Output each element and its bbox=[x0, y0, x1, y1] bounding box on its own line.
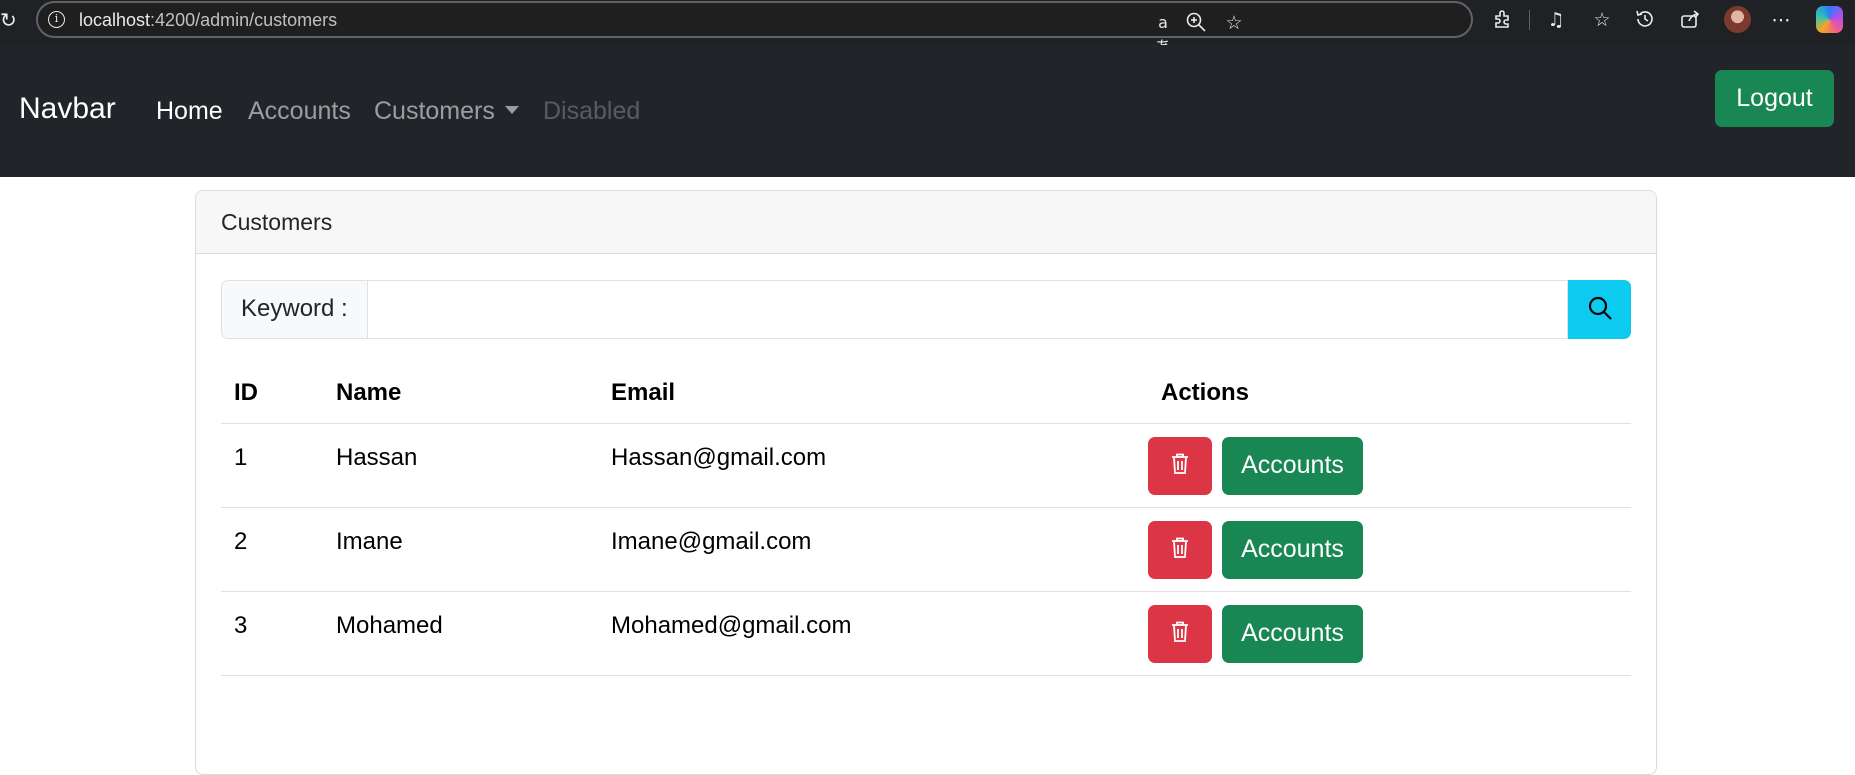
cell-email: Hassan@gmail.com bbox=[598, 423, 1148, 508]
toolbar-divider bbox=[1529, 10, 1530, 30]
delete-button[interactable] bbox=[1148, 436, 1212, 495]
caret-down-icon bbox=[504, 106, 519, 114]
top-navbar: Navbar Home Accounts Customers Disabled … bbox=[0, 45, 1855, 177]
accounts-button[interactable]: Accounts bbox=[1222, 520, 1363, 579]
card-header: Customers bbox=[196, 191, 1656, 254]
customers-card: Customers Keyword : ID Name Email Action… bbox=[195, 190, 1657, 775]
browser-toolbar: ↻ i localhost:4200/admin/customers aあ ☆ … bbox=[0, 0, 1855, 56]
cell-email: Imane@gmail.com bbox=[598, 507, 1148, 592]
trash-icon bbox=[1172, 453, 1188, 474]
header-actions: Actions bbox=[1148, 364, 1631, 424]
customers-table: ID Name Email Actions 1 Hassan Hassan@gm… bbox=[221, 364, 1631, 676]
card-title: Customers bbox=[221, 209, 333, 235]
history-icon[interactable] bbox=[1633, 8, 1657, 32]
reload-icon[interactable]: ↻ bbox=[0, 8, 18, 32]
address-url[interactable]: localhost:4200/admin/customers bbox=[79, 10, 337, 31]
trash-icon bbox=[1172, 621, 1188, 642]
url-path: :4200/admin/customers bbox=[150, 10, 338, 30]
cell-actions: Accounts bbox=[1148, 423, 1631, 508]
url-host: localhost bbox=[79, 10, 151, 30]
nav-dropdown-customers-label: Customers bbox=[374, 97, 495, 125]
keyword-label: Keyword : bbox=[221, 280, 367, 339]
cell-name: Imane bbox=[323, 507, 598, 592]
favorites-icon[interactable]: ☆ bbox=[1590, 8, 1614, 32]
nav-link-accounts[interactable]: Accounts bbox=[248, 97, 351, 126]
search-form: Keyword : bbox=[221, 280, 1631, 339]
trash-icon bbox=[1172, 537, 1188, 558]
address-bar[interactable]: i localhost:4200/admin/customers aあ ☆ bbox=[36, 1, 1473, 56]
nav-link-disabled: Disabled bbox=[543, 97, 641, 125]
accounts-button[interactable]: Accounts bbox=[1222, 436, 1363, 495]
media-icon[interactable]: ♫ bbox=[1544, 8, 1568, 32]
search-icon bbox=[1588, 296, 1612, 320]
cell-id: 1 bbox=[221, 423, 323, 508]
table-header-row: ID Name Email Actions bbox=[221, 364, 1631, 424]
header-email: Email bbox=[598, 364, 1148, 424]
cell-actions: Accounts bbox=[1148, 507, 1631, 592]
search-button[interactable] bbox=[1568, 280, 1631, 339]
keyword-input[interactable] bbox=[367, 280, 1568, 339]
logout-button[interactable]: Logout bbox=[1715, 70, 1834, 127]
delete-button[interactable] bbox=[1148, 520, 1212, 579]
cell-id: 2 bbox=[221, 507, 323, 592]
app-viewport: Navbar Home Accounts Customers Disabled … bbox=[0, 45, 1855, 775]
table-row: 1 Hassan Hassan@gmail.com Accounts bbox=[221, 423, 1631, 508]
table-row: 3 Mohamed Mohamed@gmail.com Accounts bbox=[221, 591, 1631, 676]
zoom-icon[interactable] bbox=[1184, 11, 1208, 35]
more-icon[interactable]: ⋯ bbox=[1769, 8, 1793, 32]
header-id: ID bbox=[221, 364, 323, 424]
cell-name: Hassan bbox=[323, 423, 598, 508]
table-row: 2 Imane Imane@gmail.com Accounts bbox=[221, 507, 1631, 592]
navbar-brand[interactable]: Navbar bbox=[19, 92, 116, 126]
accounts-button[interactable]: Accounts bbox=[1222, 604, 1363, 663]
translate-icon[interactable]: aあ bbox=[1151, 11, 1175, 56]
header-name: Name bbox=[323, 364, 598, 424]
delete-button[interactable] bbox=[1148, 604, 1212, 663]
share-icon[interactable] bbox=[1678, 8, 1702, 32]
cell-email: Mohamed@gmail.com bbox=[598, 591, 1148, 676]
site-info-icon[interactable]: i bbox=[48, 11, 65, 28]
favorite-star-icon[interactable]: ☆ bbox=[1222, 11, 1246, 35]
nav-link-home[interactable]: Home bbox=[156, 97, 223, 126]
extensions-icon[interactable] bbox=[1491, 8, 1515, 32]
cell-actions: Accounts bbox=[1148, 591, 1631, 676]
nav-dropdown-customers[interactable]: Customers bbox=[374, 97, 519, 126]
profile-avatar[interactable] bbox=[1724, 6, 1751, 33]
cell-id: 3 bbox=[221, 591, 323, 676]
cell-name: Mohamed bbox=[323, 591, 598, 676]
copilot-icon[interactable] bbox=[1816, 6, 1843, 33]
